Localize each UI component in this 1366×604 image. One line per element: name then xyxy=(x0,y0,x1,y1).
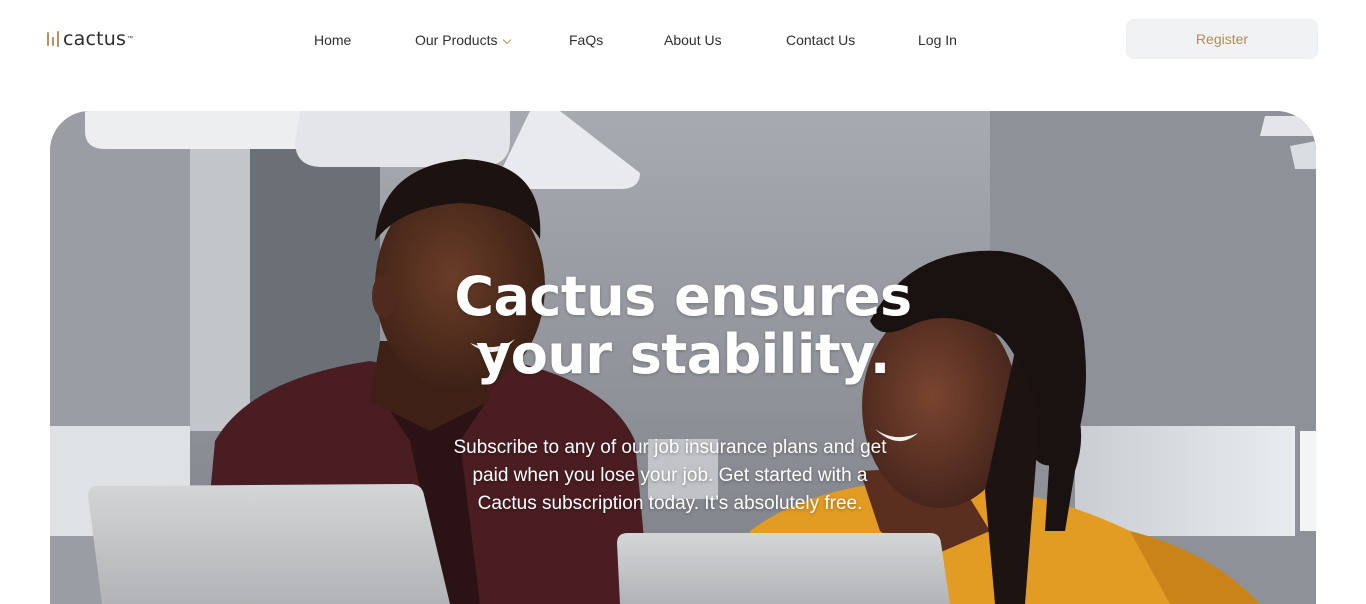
nav-contact-us[interactable]: Contact Us xyxy=(786,30,855,50)
nav-about-us[interactable]: About Us xyxy=(664,30,722,50)
nav-about-us-label: About Us xyxy=(664,32,722,48)
nav-home[interactable]: Home xyxy=(314,30,351,50)
trademark-symbol: ™ xyxy=(127,36,134,42)
logo-text: cactus xyxy=(63,28,127,50)
chevron-down-icon xyxy=(503,35,512,45)
nav-faqs-label: FaQs xyxy=(569,32,604,48)
register-button[interactable]: Register xyxy=(1126,19,1318,59)
cactus-logo[interactable]: cactus ™ xyxy=(47,28,133,50)
nav-log-in[interactable]: Log In xyxy=(918,30,957,50)
hero-subtitle: Subscribe to any of our job insurance pl… xyxy=(453,437,887,514)
nav-our-products-label: Our Products xyxy=(415,32,498,48)
nav-contact-us-label: Contact Us xyxy=(786,32,856,48)
nav-home-label: Home xyxy=(314,32,352,48)
hero-title-line2: your stability. xyxy=(476,323,890,386)
hero-banner: Cactus ensures your stability. Subscribe… xyxy=(50,111,1316,604)
nav-log-in-label: Log In xyxy=(918,32,957,48)
nav-our-products[interactable]: Our Products xyxy=(415,30,512,50)
logo-mark-icon xyxy=(47,31,59,47)
hero-title-line1: Cactus ensures xyxy=(454,265,912,328)
hero-title: Cactus ensures your stability. xyxy=(50,268,1316,384)
top-navbar: cactus ™ Home Our Products FaQs About Us… xyxy=(0,0,1366,80)
nav-faqs[interactable]: FaQs xyxy=(569,30,603,50)
